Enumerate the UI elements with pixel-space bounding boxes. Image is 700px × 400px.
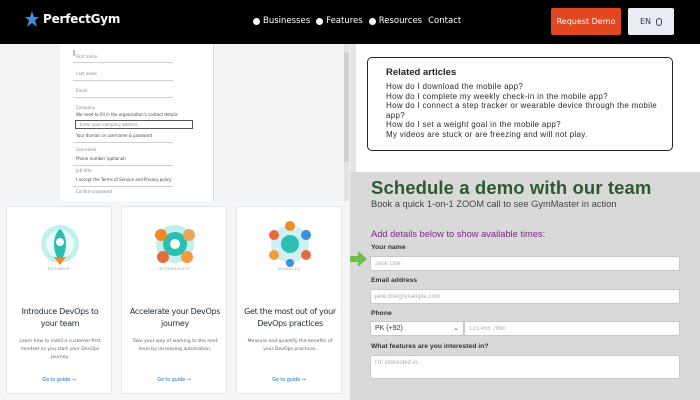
businesses-icon [253,17,260,25]
guides-section: BEGINNER Introduce DevOps to your team L… [0,201,350,400]
form-row: Last name [76,71,97,76]
language-icon [656,17,663,26]
demo-hint: Add details below to show available time… [371,229,546,239]
name-input[interactable] [370,256,680,271]
intermediate-illustration-icon [155,225,195,263]
form-row: We need to fill in the organization's co… [76,112,178,117]
form-row: Company [76,105,96,110]
scrollbar-thumb[interactable] [344,52,349,162]
nav-features-label: Features [326,16,363,26]
advanced-illustration-icon [269,221,311,267]
email-label: Email address [371,277,418,284]
card-description: Take your way of working to the next lev… [132,339,218,352]
guide-card-beginner[interactable]: BEGINNER Introduce DevOps to your team L… [6,206,112,394]
nav-resources[interactable]: Resources [368,16,423,26]
phone-country-value: PK (+92) [375,325,403,332]
form-row: Phone number (optional) [76,156,126,161]
form-row: I accept the Terms of Service and Privac… [76,177,172,182]
demo-subtitle: Book a quick 1-on-1 ZOOM call to see Gym… [371,199,617,209]
resources-icon [368,17,376,25]
language-label: EN [639,17,652,26]
demo-title: Schedule a demo with our team [371,177,652,198]
name-label: Your name [371,244,406,251]
form-row: Confirm password [76,189,113,194]
nav-contact[interactable]: Contact [428,16,461,26]
related-article-link[interactable]: My videos are stuck or are freezing and … [386,130,671,140]
features-label: What features are you interested in? [371,343,489,350]
nav-features[interactable]: Features [316,16,363,26]
form-row: Job title [76,168,92,173]
related-article-link[interactable]: How do I connect a step tracker or weara… [386,101,671,120]
go-to-guide-link[interactable]: Go to guide → [122,378,226,383]
form-row: Enter your company address [80,122,138,127]
phone-input[interactable] [464,321,680,336]
star-logo-icon [25,11,39,27]
phone-label: Phone [371,310,392,317]
guide-card-advanced[interactable]: ADVANCED Get the most out of your DevOps… [236,206,342,394]
card-description: Measure and quantify the benefits of you… [247,339,333,352]
form-row: First name [76,54,98,59]
brand-logo[interactable]: PerfectGym [25,11,120,27]
panel-divider [350,44,356,172]
card-title: Get the most out of your DevOps practice… [244,307,336,328]
form-row: Username [76,147,97,152]
go-to-guide-link[interactable]: Go to guide → [7,378,111,383]
phone-country-select[interactable]: PK (+92) ⌄ [370,321,464,336]
related-articles-heading: Related articles [386,67,457,78]
form-preview-panel: First name Last name Email Company We ne… [0,44,350,201]
nav-contact-label: Contact [428,16,462,26]
nav-resources-label: Resources [378,16,423,26]
form-row: Your domain or username & password [76,133,153,138]
card-title: Accelerate your DevOps journey [129,307,221,328]
features-icon [316,17,324,25]
card-level: ADVANCED [277,267,301,271]
related-article-link[interactable]: How do I set a weight goal in the mobile… [386,120,671,130]
form-row: Email [76,88,88,93]
form-preview-card: First name Last name Email Company We ne… [60,44,214,201]
nav-businesses[interactable]: Businesses [253,16,310,26]
guide-card-intermediate[interactable]: INTERMEDIATE Accelerate your DevOps jour… [121,206,227,394]
card-title: Introduce DevOps to your team [21,307,99,328]
go-to-guide-link[interactable]: Go to guide → [237,378,341,383]
language-selector[interactable]: EN [628,8,674,35]
email-input[interactable] [370,289,680,304]
top-navigation: PerfectGym Businesses Features Resources… [0,0,700,44]
nav-businesses-label: Businesses [263,16,311,26]
features-textarea[interactable] [370,355,680,379]
nav-links: Businesses Features Resources Contact [253,16,461,26]
request-demo-button[interactable]: Request Demo [551,8,621,35]
chevron-down-icon: ⌄ [453,325,459,332]
card-description: Learn how to instill a customer-first mi… [19,339,101,360]
beginner-illustration-icon [41,225,79,265]
related-article-link[interactable]: How do I complete my weekly check-in in … [386,92,671,102]
related-article-link[interactable]: How do I download the mobile app? [386,82,671,92]
card-level: BEGINNER [48,267,70,271]
card-level: INTERMEDIATE [158,267,190,271]
arrow-right-icon [350,251,367,267]
related-articles-box: Related articles How do I download the m… [367,57,673,151]
brand-name: PerfectGym [43,12,121,26]
